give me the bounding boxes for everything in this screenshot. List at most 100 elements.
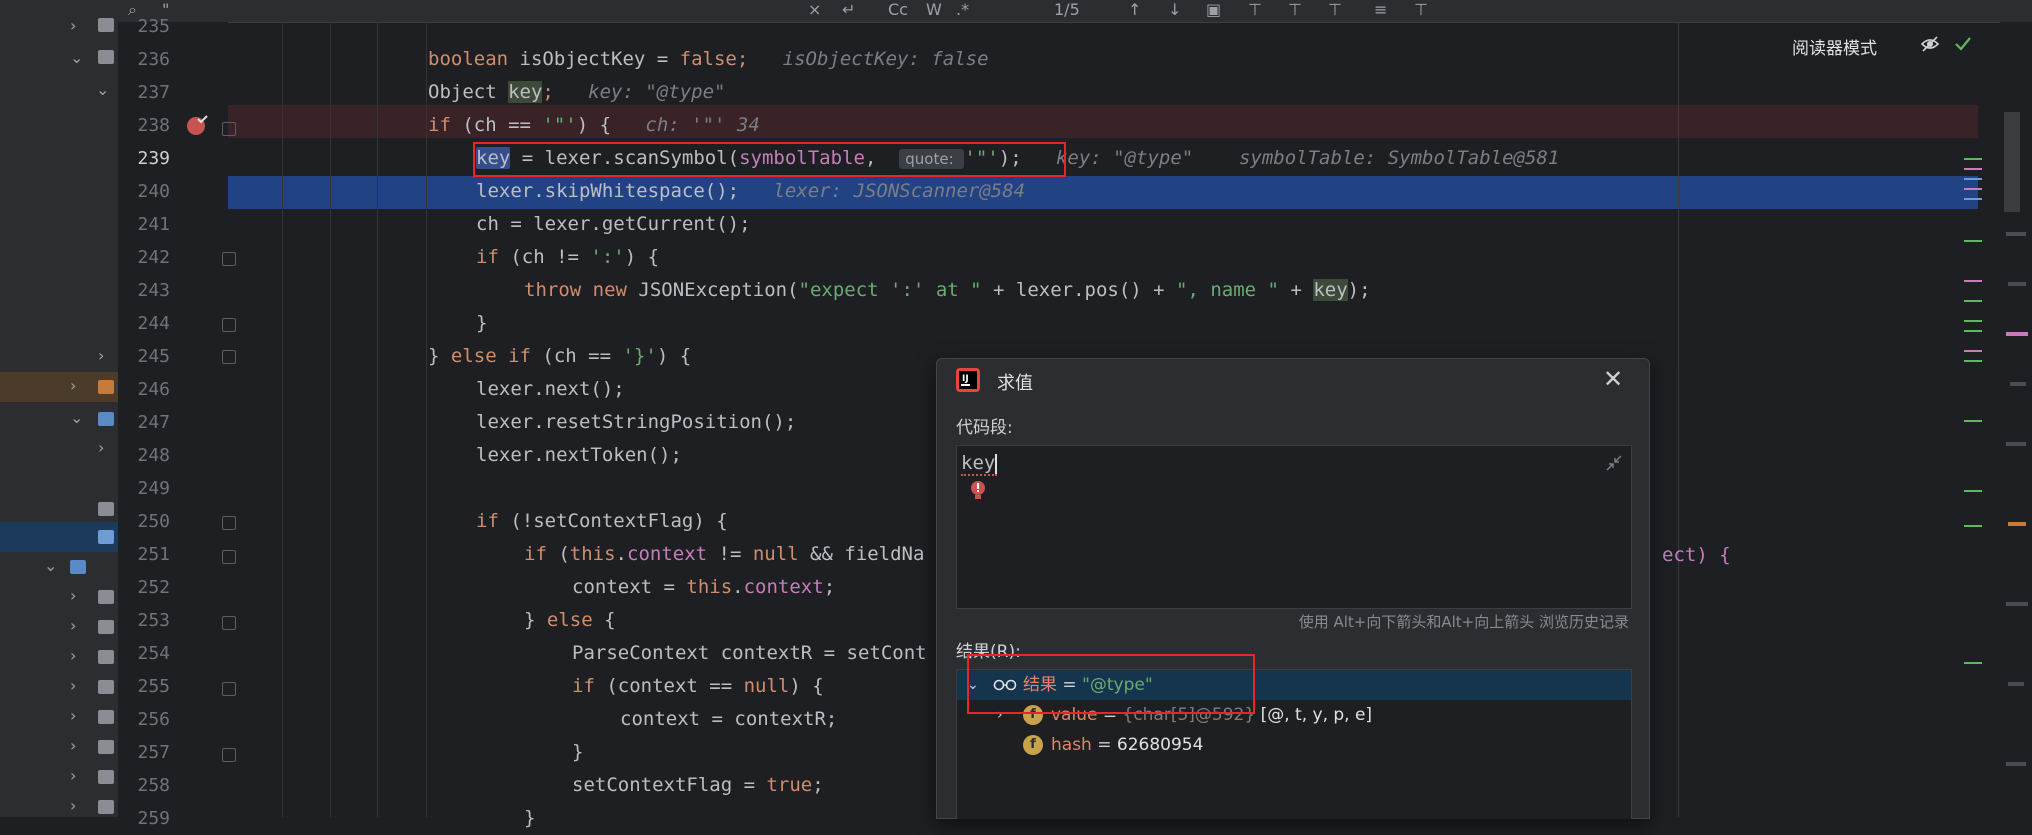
- fold-marker-icon[interactable]: [222, 122, 236, 136]
- line-number[interactable]: 254: [118, 637, 170, 670]
- code-token: }: [524, 609, 547, 631]
- folder-icon: [98, 50, 114, 64]
- chevron-right-icon[interactable]: ›: [70, 676, 76, 695]
- tree-row[interactable]: ›: [0, 732, 118, 762]
- chevron-down-icon[interactable]: ⌄: [96, 80, 109, 99]
- line-number[interactable]: 249: [118, 472, 170, 505]
- expression-input[interactable]: key: [961, 452, 998, 476]
- eye-off-icon[interactable]: [1920, 34, 1940, 54]
- code-token: +: [1279, 279, 1314, 301]
- line-number[interactable]: 235: [118, 10, 170, 43]
- chevron-right-icon[interactable]: ›: [98, 346, 104, 365]
- line-number[interactable]: 248: [118, 439, 170, 472]
- code-token: context = contextR;: [620, 708, 838, 730]
- line-number[interactable]: 239: [118, 142, 170, 175]
- minimap[interactable]: [2000, 22, 2032, 817]
- code-line[interactable]: ch = lexer.getCurrent();: [228, 208, 1978, 241]
- fold-marker-icon[interactable]: [222, 318, 236, 332]
- line-number[interactable]: 250: [118, 505, 170, 538]
- tree-row[interactable]: ›: [0, 342, 118, 372]
- check-icon[interactable]: [1953, 34, 1973, 54]
- tree-row[interactable]: ›: [0, 792, 118, 822]
- chevron-right-icon[interactable]: ›: [70, 16, 76, 35]
- chevron-right-icon[interactable]: ›: [98, 438, 104, 457]
- line-number[interactable]: 258: [118, 769, 170, 802]
- tree-row[interactable]: ›: [0, 762, 118, 792]
- tree-row[interactable]: ⌄: [0, 74, 118, 104]
- editor-scrollbar[interactable]: [1966, 115, 1982, 817]
- fold-marker-icon[interactable]: [222, 616, 236, 630]
- tree-row[interactable]: [0, 494, 118, 524]
- line-number[interactable]: 256: [118, 703, 170, 736]
- tree-row[interactable]: ⌄: [0, 42, 118, 72]
- line-number[interactable]: 245: [118, 340, 170, 373]
- tree-row[interactable]: ›: [0, 10, 118, 40]
- line-number[interactable]: 255: [118, 670, 170, 703]
- line-number[interactable]: 253: [118, 604, 170, 637]
- tree-row[interactable]: ⌄: [0, 404, 118, 434]
- code-text: if (this.context != null && fieldNa: [524, 538, 924, 571]
- result-child-row[interactable]: f hash = 62680954: [957, 730, 1631, 760]
- code-line[interactable]: lexer.skipWhitespace(); lexer: JSONScann…: [228, 175, 1978, 208]
- code-line[interactable]: throw new JSONException("expect ':' at "…: [228, 274, 1978, 307]
- chevron-right-icon[interactable]: ›: [70, 586, 76, 605]
- code-line[interactable]: boolean isObjectKey = false; isObjectKey…: [228, 43, 1978, 76]
- tree-row[interactable]: ›: [0, 642, 118, 672]
- breakpoint-icon[interactable]: [186, 115, 208, 137]
- fold-marker-icon[interactable]: [222, 516, 236, 530]
- collapse-icon[interactable]: [1605, 454, 1623, 472]
- tree-row[interactable]: ›: [0, 612, 118, 642]
- code-line[interactable]: [228, 10, 1978, 43]
- chevron-down-icon[interactable]: ⌄: [44, 556, 57, 575]
- code-line[interactable]: }: [228, 307, 1978, 340]
- close-icon[interactable]: ✕: [1603, 365, 1623, 393]
- code-line[interactable]: if (ch != ':') {: [228, 241, 1978, 274]
- line-number[interactable]: 241: [118, 208, 170, 241]
- line-number[interactable]: 259: [118, 802, 170, 835]
- line-number[interactable]: 252: [118, 571, 170, 604]
- minimap-viewport[interactable]: [2004, 112, 2020, 212]
- line-number[interactable]: 251: [118, 538, 170, 571]
- chevron-right-icon[interactable]: ›: [70, 376, 76, 395]
- code-text: if (!setContextFlag) {: [476, 505, 728, 538]
- chevron-down-icon[interactable]: ⌄: [70, 48, 83, 67]
- tree-row[interactable]: ›: [0, 672, 118, 702]
- tree-row[interactable]: ›: [0, 582, 118, 612]
- line-number[interactable]: 243: [118, 274, 170, 307]
- fold-marker-icon[interactable]: [222, 350, 236, 364]
- tree-row-selected[interactable]: [0, 522, 118, 552]
- code-token: ) {: [624, 246, 660, 268]
- chevron-right-icon[interactable]: ›: [70, 616, 76, 635]
- tree-row[interactable]: ›: [0, 434, 118, 464]
- code-line[interactable]: if (ch == '"') { ch: '"' 34: [228, 109, 1978, 142]
- line-number[interactable]: 242: [118, 241, 170, 274]
- chevron-right-icon[interactable]: ›: [70, 796, 76, 815]
- line-number[interactable]: 238: [118, 109, 170, 142]
- fold-marker-icon[interactable]: [222, 550, 236, 564]
- chevron-right-icon[interactable]: ›: [70, 766, 76, 785]
- project-tree-panel[interactable]: › ⌄ ⌄ › › ⌄ › ⌄ › › › › › › › ›: [0, 0, 118, 817]
- chevron-right-icon[interactable]: ›: [70, 706, 76, 725]
- line-number[interactable]: 247: [118, 406, 170, 439]
- minimap-line: [2006, 232, 2026, 236]
- fold-marker-icon[interactable]: [222, 682, 236, 696]
- code-line[interactable]: Object key; key: "@type": [228, 76, 1978, 109]
- line-number[interactable]: 246: [118, 373, 170, 406]
- error-bulb-icon[interactable]: [969, 480, 987, 502]
- tree-row-external-libs[interactable]: ⌄: [0, 552, 118, 582]
- line-number[interactable]: 240: [118, 175, 170, 208]
- tree-row[interactable]: ›: [0, 372, 118, 402]
- fold-marker-icon[interactable]: [222, 748, 236, 762]
- chevron-right-icon[interactable]: ›: [70, 646, 76, 665]
- line-number[interactable]: 244: [118, 307, 170, 340]
- tree-row[interactable]: ›: [0, 702, 118, 732]
- line-number[interactable]: 237: [118, 76, 170, 109]
- line-number[interactable]: 257: [118, 736, 170, 769]
- code-fragment-editor[interactable]: key: [956, 445, 1632, 609]
- fold-marker-icon[interactable]: [222, 252, 236, 266]
- reader-mode-label[interactable]: 阅读器模式: [1792, 34, 1877, 59]
- chevron-right-icon[interactable]: ›: [70, 736, 76, 755]
- code-token: {: [604, 609, 616, 631]
- line-number[interactable]: 236: [118, 43, 170, 76]
- chevron-down-icon[interactable]: ⌄: [70, 408, 83, 427]
